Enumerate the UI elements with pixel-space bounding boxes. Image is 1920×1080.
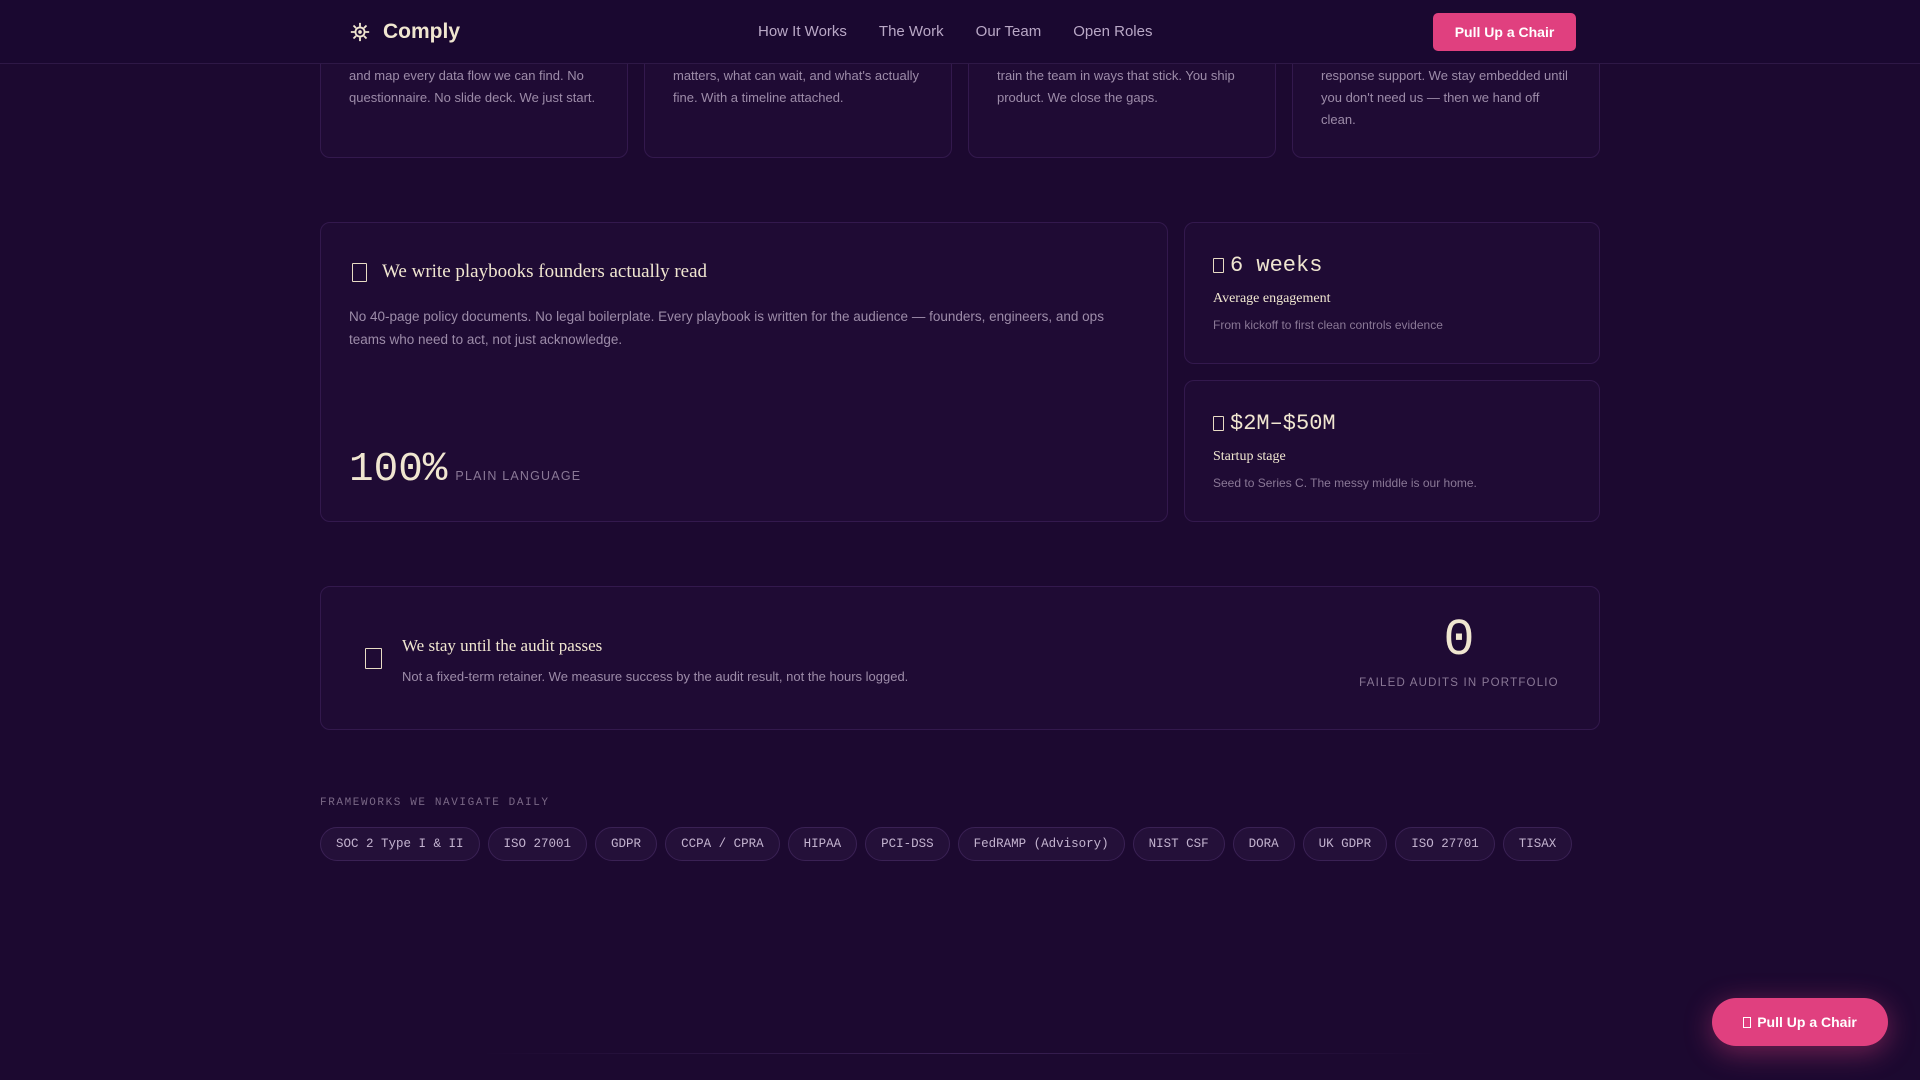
framework-chip[interactable]: HIPAA [787, 827, 858, 861]
nav-links: How It Works The Work Our Team Open Role… [758, 23, 1152, 40]
step-card-text: and map every data flow we can find. No … [349, 68, 596, 105]
audit-card: We stay until the audit passes Not a fix… [320, 586, 1600, 730]
playbooks-card: We write playbooks founders actually rea… [320, 222, 1168, 522]
framework-chip[interactable]: NIST CSF [1132, 827, 1225, 861]
footer-divider [480, 1053, 1440, 1054]
pull-up-chair-button[interactable]: Pull Up a Chair [1433, 13, 1576, 51]
engagement-value: 6 weeks [1230, 253, 1323, 278]
clock-icon [1213, 258, 1224, 273]
framework-chip[interactable]: FedRAMP (Advisory) [957, 827, 1125, 861]
engagement-label: Average engagement [1213, 291, 1331, 306]
step-card-text: matters, what can wait, and what's actua… [673, 68, 919, 105]
shield-icon [365, 648, 382, 669]
engagement-sub: From kickoff to first clean controls evi… [1213, 318, 1443, 332]
top-navbar: Comply How It Works The Work Our Team Op… [0, 0, 1920, 64]
rocket-icon [1213, 416, 1224, 431]
framework-chip[interactable]: SOC 2 Type I & II [320, 827, 480, 861]
framework-chip[interactable]: TISAX [1502, 827, 1573, 861]
nav-link-the-work[interactable]: The Work [879, 23, 944, 40]
brand[interactable]: Comply [349, 20, 460, 44]
floating-pull-up-chair-button[interactable]: Pull Up a Chair [1712, 998, 1888, 1046]
stage-value-row: $2M–$50M [1213, 411, 1336, 436]
stage-sub: Seed to Series C. The messy middle is ou… [1213, 476, 1477, 490]
audit-stat: 0 FAILED AUDITS IN PORTFOLIO [1359, 611, 1559, 690]
framework-chip[interactable]: CCPA / CPRA [665, 827, 780, 861]
step-card-text: train the team in ways that stick. You s… [997, 68, 1235, 105]
framework-chip[interactable]: ISO 27701 [1395, 827, 1495, 861]
playbooks-stat-value: 100% [349, 447, 448, 493]
nav-link-our-team[interactable]: Our Team [976, 23, 1042, 40]
document-icon [352, 263, 367, 282]
frameworks-chip-list: SOC 2 Type I & II ISO 27001 GDPR CCPA / … [320, 827, 1573, 861]
frameworks-heading: FRAMEWORKS WE NAVIGATE DAILY [320, 797, 550, 809]
audit-body: Not a fixed-term retainer. We measure su… [402, 669, 909, 684]
framework-chip[interactable]: ISO 27001 [487, 827, 588, 861]
stage-label: Startup stage [1213, 449, 1286, 464]
chair-icon [1743, 1016, 1752, 1028]
engagement-card: 6 weeks Average engagement From kickoff … [1184, 222, 1600, 364]
playbooks-stat: 100% PLAIN LANGUAGE [349, 447, 581, 493]
audit-title: We stay until the audit passes [402, 636, 603, 655]
nav-link-how-it-works[interactable]: How It Works [758, 23, 847, 40]
brand-name: Comply [383, 20, 461, 43]
step-card-text: response support. We stay embedded until… [1321, 68, 1568, 127]
framework-chip[interactable]: PCI-DSS [865, 827, 950, 861]
framework-chip[interactable]: UK GDPR [1302, 827, 1388, 861]
playbooks-body: No 40-page policy documents. No legal bo… [349, 309, 1104, 347]
audit-stat-label: FAILED AUDITS IN PORTFOLIO [1359, 677, 1559, 689]
framework-chip[interactable]: DORA [1232, 827, 1295, 861]
playbooks-stat-label: PLAIN LANGUAGE [455, 469, 582, 483]
stage-value: $2M–$50M [1230, 411, 1336, 436]
playbooks-title: We write playbooks founders actually rea… [382, 261, 708, 282]
framework-chip[interactable]: GDPR [595, 827, 658, 861]
startup-stage-card: $2M–$50M Startup stage Seed to Series C.… [1184, 380, 1600, 522]
engagement-value-row: 6 weeks [1213, 253, 1322, 278]
nav-link-open-roles[interactable]: Open Roles [1073, 23, 1152, 40]
floating-cta-label: Pull Up a Chair [1757, 1014, 1857, 1030]
gear-logo-icon [350, 22, 370, 42]
audit-stat-value: 0 [1443, 611, 1475, 670]
